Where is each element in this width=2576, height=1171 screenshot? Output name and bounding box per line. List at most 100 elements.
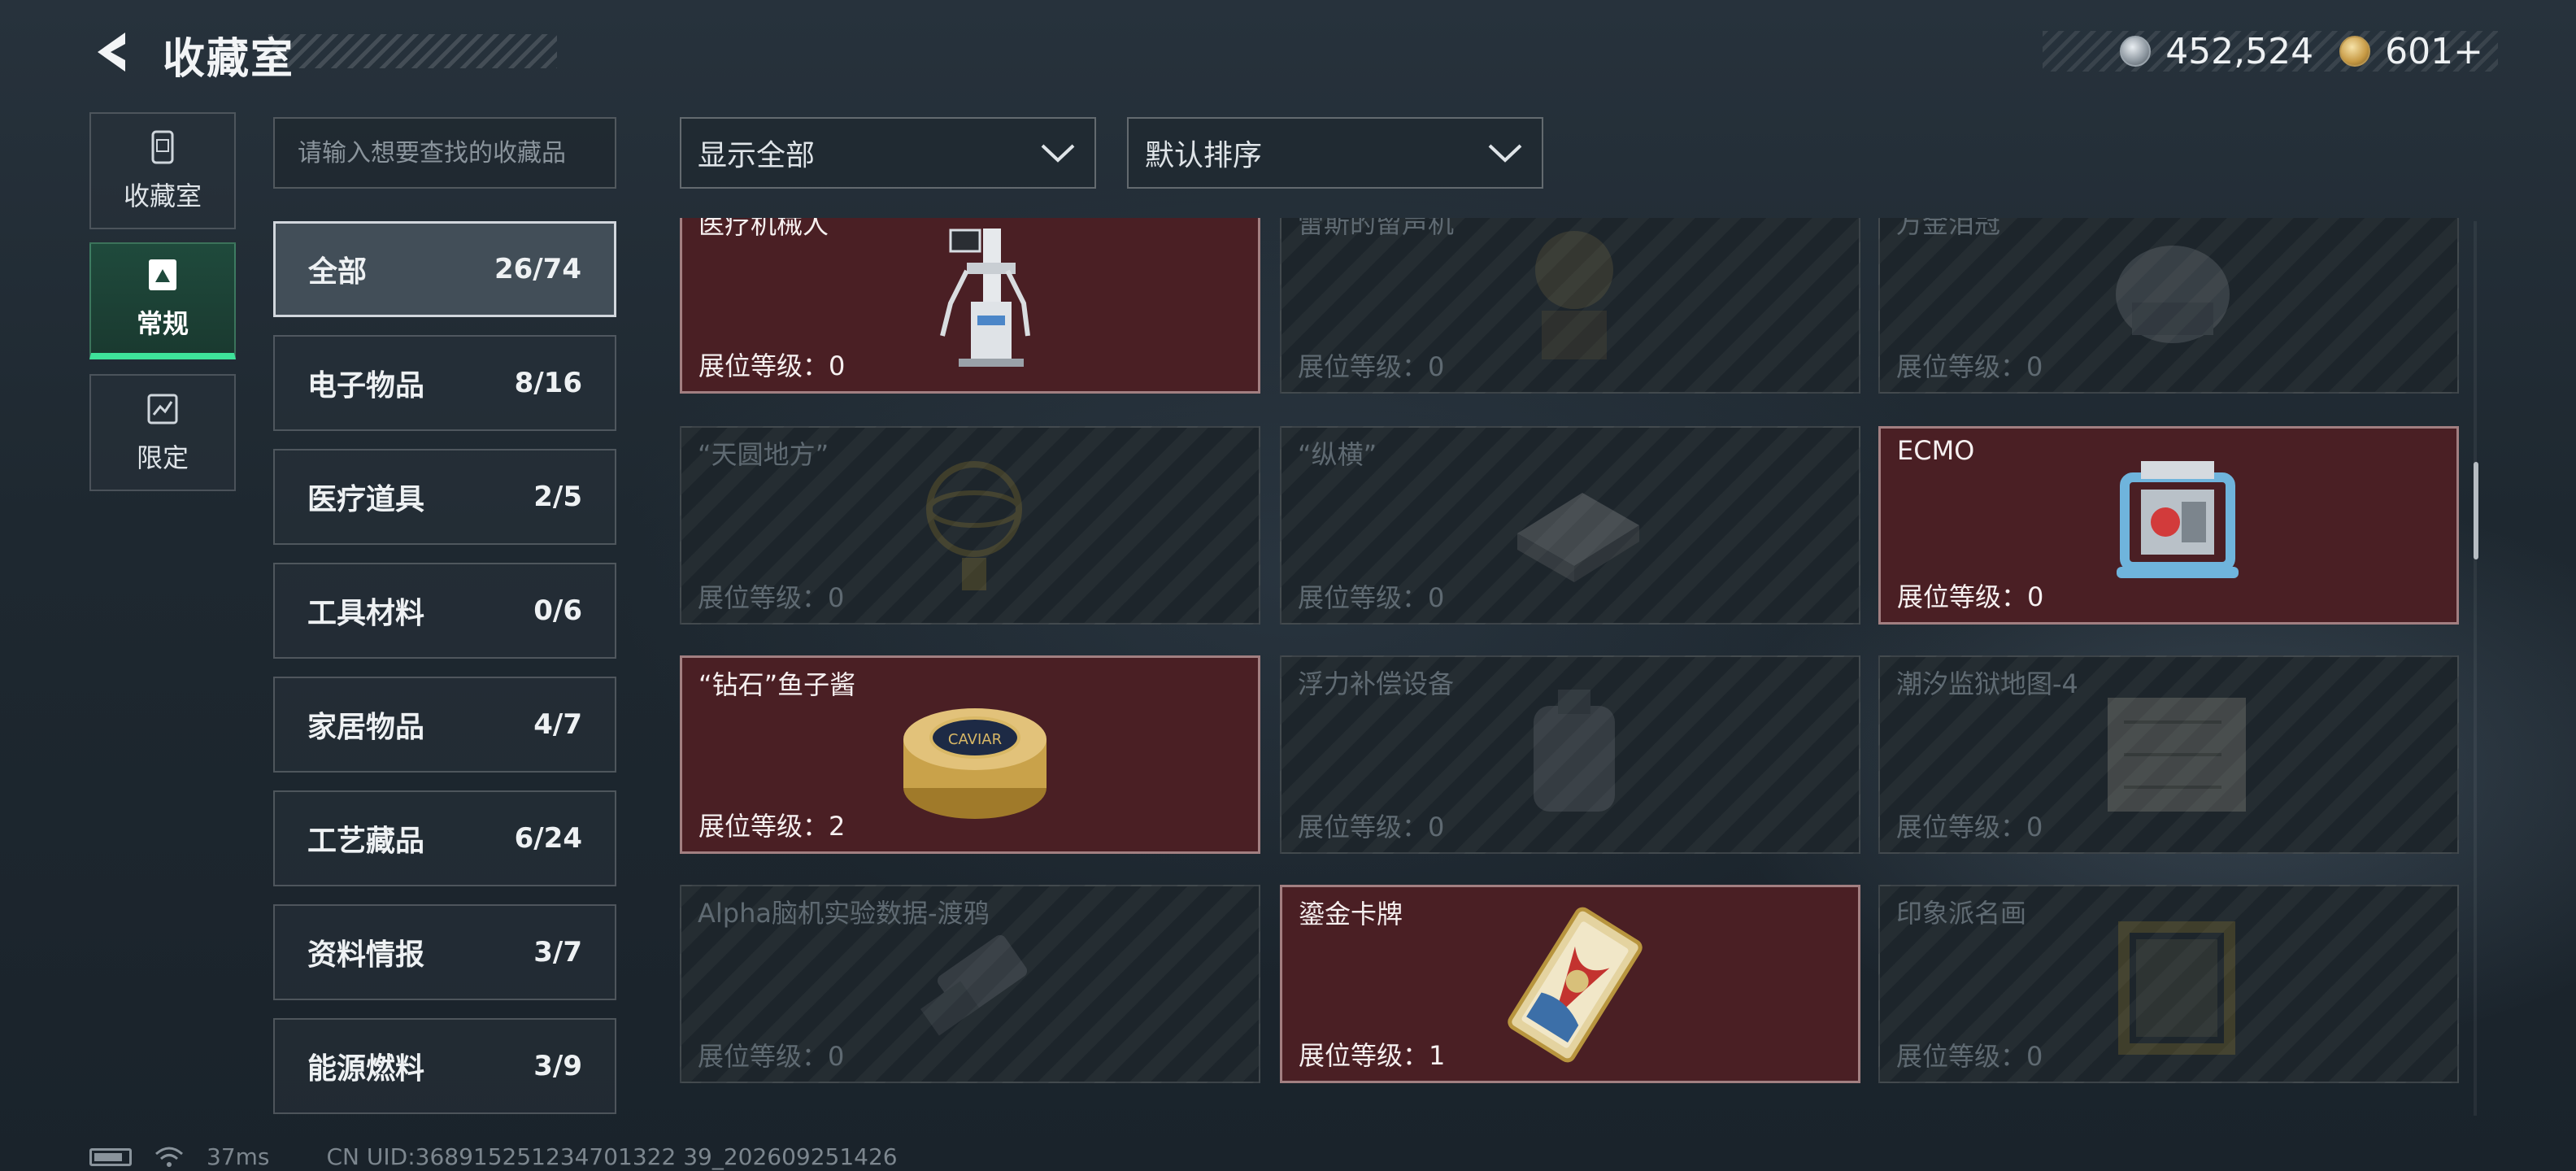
item-name: 鎏金卡牌 bbox=[1299, 899, 1403, 929]
category-name: 工艺藏品 bbox=[307, 825, 425, 858]
map-icon bbox=[2108, 698, 2246, 812]
search-input[interactable] bbox=[273, 117, 616, 189]
armillary-icon bbox=[926, 461, 1022, 590]
category-crafts[interactable]: 工艺藏品 6/24 bbox=[273, 790, 616, 886]
category-electronics[interactable]: 电子物品 8/16 bbox=[273, 335, 616, 431]
item-name: 雷斯的留声机 bbox=[1298, 218, 1455, 239]
item-card[interactable]: 雷斯的留声机 展位等级：0 bbox=[1280, 218, 1860, 394]
category-name: 全部 bbox=[308, 255, 368, 289]
silver-coin-icon bbox=[2120, 36, 2152, 67]
category-medical[interactable]: 医疗道具 2/5 bbox=[273, 449, 616, 545]
grid-scrollbar-thumb[interactable] bbox=[2474, 462, 2478, 559]
painting-icon bbox=[2118, 921, 2235, 1055]
item-level: 展位等级：0 bbox=[1896, 351, 2043, 382]
mode-tab-limited[interactable]: 限定 bbox=[89, 374, 236, 491]
silver-currency-value: 452,524 bbox=[2165, 30, 2314, 72]
item-name: 印象派名画 bbox=[1896, 898, 2027, 929]
item-card[interactable]: 浮力补偿设备 展位等级：0 bbox=[1280, 655, 1860, 854]
mode-tab-collection-room[interactable]: 收藏室 bbox=[89, 112, 236, 229]
collection-grid: 医疗机械人 展位等级：0 雷斯的留声机 展位等级：0 万金泪冠 展位等级：0 “… bbox=[680, 218, 2462, 1112]
ping-value: 37ms bbox=[207, 1143, 270, 1170]
item-name: 万金泪冠 bbox=[1896, 218, 2001, 239]
buoyancy-device-icon bbox=[1534, 690, 1615, 812]
currency-bar: 452,524 601+ bbox=[2043, 31, 2498, 72]
category-list: 全部 26/74 电子物品 8/16 医疗道具 2/5 工具材料 0/6 家居物… bbox=[273, 221, 616, 1132]
category-tools[interactable]: 工具材料 0/6 bbox=[273, 563, 616, 659]
item-card[interactable]: ECMO 展位等级：0 bbox=[1878, 426, 2459, 625]
category-all[interactable]: 全部 26/74 bbox=[273, 221, 616, 317]
dropdown-value: 显示全部 bbox=[698, 139, 816, 172]
back-arrow-icon[interactable] bbox=[89, 28, 138, 76]
gilded-card-icon bbox=[1508, 907, 1643, 1063]
uid-text: CN UID:368915251234701322 39_20260925142… bbox=[326, 1143, 898, 1170]
category-count: 8/16 bbox=[514, 367, 582, 399]
medical-robot-icon bbox=[940, 229, 1030, 367]
category-intel[interactable]: 资料情报 3/7 bbox=[273, 904, 616, 1000]
regular-icon bbox=[149, 259, 176, 290]
category-count: 2/5 bbox=[533, 481, 582, 513]
caviar-label: CAVIAR bbox=[948, 731, 1002, 748]
item-level: 展位等级：0 bbox=[1897, 581, 2044, 612]
battery-icon bbox=[89, 1147, 132, 1166]
category-name: 家居物品 bbox=[307, 711, 425, 744]
chevron-down-icon bbox=[1041, 144, 1075, 163]
item-name: ECMO bbox=[1897, 435, 1975, 466]
item-name: 潮汐监狱地图-4 bbox=[1896, 668, 2078, 699]
category-name: 能源燃料 bbox=[307, 1052, 425, 1086]
item-card[interactable]: 印象派名画 展位等级：0 bbox=[1878, 885, 2459, 1083]
item-name: 浮力补偿设备 bbox=[1298, 668, 1455, 699]
category-energy[interactable]: 能源燃料 3/9 bbox=[273, 1018, 616, 1114]
item-card[interactable]: CAVIAR “钻石”鱼子酱 展位等级：2 bbox=[680, 655, 1260, 854]
item-card[interactable]: 鎏金卡牌 展位等级：1 bbox=[1280, 885, 1860, 1083]
category-count: 26/74 bbox=[494, 253, 581, 285]
item-name: 医疗机械人 bbox=[698, 218, 829, 240]
item-card[interactable]: 医疗机械人 展位等级：0 bbox=[680, 218, 1260, 394]
item-card[interactable]: 潮汐监狱地图-4 展位等级：0 bbox=[1878, 655, 2459, 854]
item-level: 展位等级：1 bbox=[1299, 1040, 1446, 1071]
item-level: 展位等级：2 bbox=[698, 811, 846, 842]
ecmo-machine-icon bbox=[2117, 461, 2239, 578]
gold-currency-value[interactable]: 601+ bbox=[2385, 31, 2483, 72]
item-name: “天圆地方” bbox=[698, 439, 829, 470]
category-count: 6/24 bbox=[514, 822, 582, 855]
mode-label: 常规 bbox=[136, 308, 189, 339]
item-level: 展位等级：0 bbox=[698, 582, 845, 613]
grid-scroll-track[interactable] bbox=[2474, 221, 2477, 1116]
category-count: 3/9 bbox=[533, 1050, 582, 1082]
sort-dropdown[interactable]: 默认排序 bbox=[1127, 117, 1543, 189]
dropdown-value: 默认排序 bbox=[1145, 139, 1263, 172]
item-card[interactable]: “纵横” 展位等级：0 bbox=[1280, 426, 1860, 625]
item-card[interactable]: 万金泪冠 展位等级：0 bbox=[1878, 218, 2459, 394]
category-name: 电子物品 bbox=[307, 369, 425, 403]
mode-label: 限定 bbox=[136, 442, 189, 473]
wifi-icon bbox=[155, 1147, 183, 1167]
page-title: 收藏室 bbox=[163, 35, 295, 84]
category-count: 3/7 bbox=[533, 936, 582, 969]
item-name: “纵横” bbox=[1298, 439, 1377, 470]
category-household[interactable]: 家居物品 4/7 bbox=[273, 677, 616, 773]
item-card[interactable]: “天圆地方” 展位等级：0 bbox=[680, 426, 1260, 625]
item-level: 展位等级：0 bbox=[698, 350, 846, 381]
category-name: 工具材料 bbox=[307, 597, 425, 630]
caviar-tin-icon: CAVIAR bbox=[903, 708, 1046, 819]
item-level: 展位等级：0 bbox=[1298, 351, 1445, 382]
item-level: 展位等级：0 bbox=[698, 1041, 845, 1072]
category-count: 0/6 bbox=[533, 594, 582, 627]
item-level: 展位等级：0 bbox=[1298, 582, 1445, 613]
category-name: 资料情报 bbox=[307, 938, 425, 972]
show-filter-dropdown[interactable]: 显示全部 bbox=[680, 117, 1096, 189]
chessboard-icon bbox=[1517, 493, 1639, 582]
mode-tab-regular[interactable]: 常规 bbox=[89, 242, 236, 359]
gramophone-icon bbox=[1535, 231, 1613, 359]
chevron-down-icon bbox=[1488, 144, 1522, 163]
category-count: 4/7 bbox=[533, 708, 582, 741]
limited-icon bbox=[147, 394, 178, 424]
item-name: Alpha脑机实验数据-渡鸦 bbox=[698, 898, 990, 929]
crown-icon bbox=[2116, 246, 2230, 343]
item-level: 展位等级：0 bbox=[1896, 812, 2043, 842]
item-card[interactable]: Alpha脑机实验数据-渡鸦 展位等级：0 bbox=[680, 885, 1260, 1083]
item-level: 展位等级：0 bbox=[1896, 1041, 2043, 1072]
category-name: 医疗道具 bbox=[307, 483, 425, 516]
item-level: 展位等级：0 bbox=[1298, 812, 1445, 842]
collection-room-icon bbox=[151, 130, 174, 164]
